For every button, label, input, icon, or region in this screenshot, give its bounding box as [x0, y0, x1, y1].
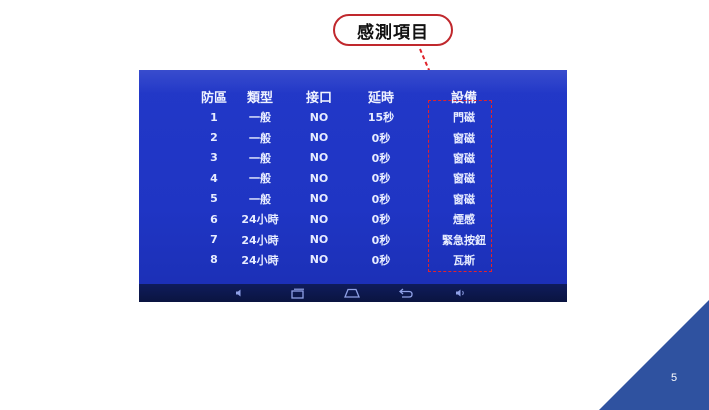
- header-type: 類型: [246, 90, 273, 106]
- header-zone: 防區: [200, 90, 227, 106]
- delay-cell: 0秒: [371, 213, 391, 227]
- corner-decoration: [599, 300, 709, 410]
- port-cell: NO: [309, 253, 329, 267]
- type-cell: 一般: [249, 172, 271, 186]
- delay-cell: 0秒: [371, 151, 391, 165]
- page-number: 5: [671, 372, 678, 384]
- volume-up-icon[interactable]: [455, 285, 467, 301]
- header-port: 接口: [305, 90, 332, 106]
- volume-down-icon[interactable]: [235, 285, 245, 301]
- callout-label: 感測項目: [333, 14, 453, 46]
- port-cell: NO: [309, 110, 329, 124]
- zone-cell: 4: [210, 171, 218, 185]
- zone-cell: 5: [210, 192, 218, 206]
- type-cell: 一般: [249, 192, 271, 206]
- port-cell: NO: [309, 131, 329, 145]
- delay-cell: 15秒: [367, 111, 395, 125]
- zone-cell: 3: [210, 151, 218, 165]
- device-column-highlight: [428, 100, 492, 272]
- zone-cell: 2: [210, 131, 218, 145]
- zone-cell: 7: [210, 233, 218, 247]
- port-cell: NO: [309, 212, 329, 226]
- delay-cell: 0秒: [371, 253, 391, 267]
- zone-cell: 8: [210, 253, 218, 267]
- header-delay: 延時: [367, 90, 394, 106]
- android-nav-bar: [139, 284, 567, 302]
- type-cell: 一般: [249, 131, 271, 145]
- port-cell: NO: [309, 233, 329, 247]
- device-screen: 防區 類型 接口 延時 設備 1 一般 NO 15秒 門磁 2 一般 NO 0秒: [139, 70, 567, 302]
- delay-cell: 0秒: [371, 172, 391, 186]
- zone-cell: 6: [210, 212, 218, 226]
- back-icon[interactable]: [399, 285, 413, 301]
- home-icon[interactable]: [344, 285, 360, 301]
- delay-cell: 0秒: [371, 131, 391, 145]
- type-cell: 一般: [249, 151, 271, 165]
- zone-cell: 1: [210, 110, 218, 124]
- type-cell: 24小時: [241, 213, 279, 227]
- recent-apps-icon[interactable]: [291, 285, 305, 301]
- type-cell: 24小時: [241, 253, 279, 267]
- type-cell: 24小時: [241, 233, 279, 247]
- delay-cell: 0秒: [371, 192, 391, 206]
- port-cell: NO: [309, 151, 329, 165]
- delay-cell: 0秒: [371, 233, 391, 247]
- port-cell: NO: [309, 192, 329, 206]
- type-cell: 一般: [249, 111, 271, 125]
- port-cell: NO: [309, 171, 329, 185]
